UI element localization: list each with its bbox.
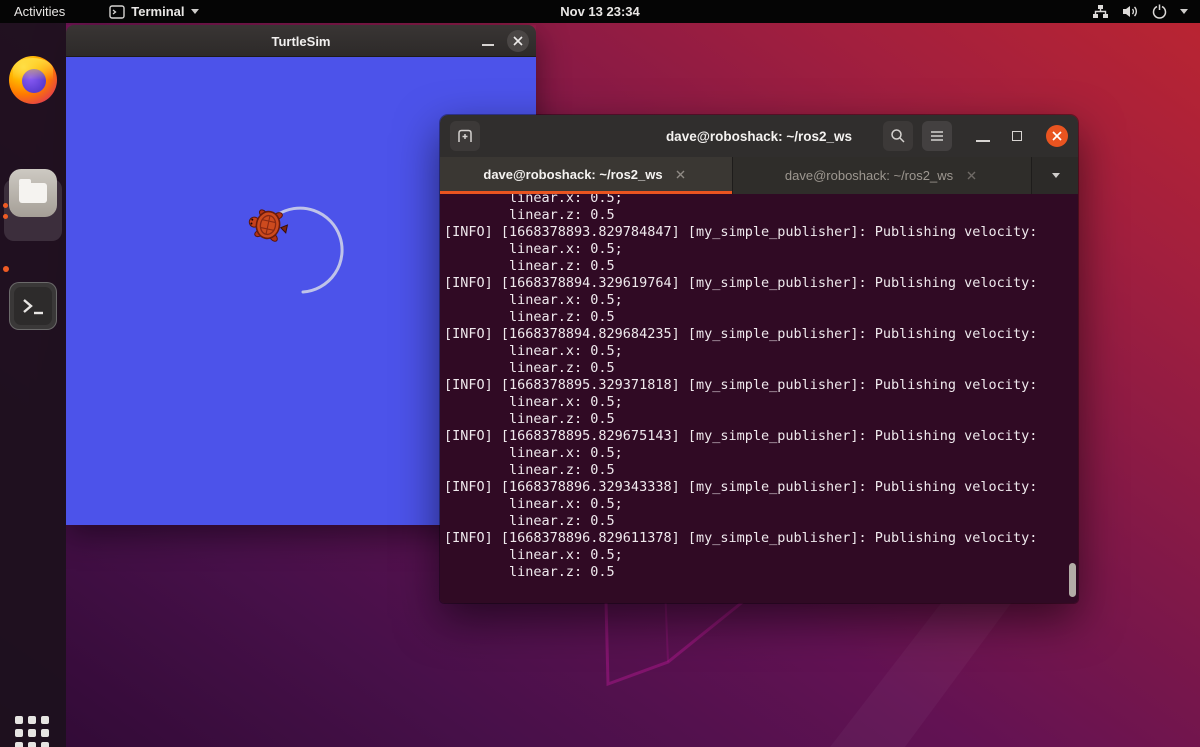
terminal-line: linear.z: 0.5 <box>444 360 1078 377</box>
terminal-tab-bar: dave@roboshack: ~/ros2_ws dave@roboshack… <box>440 157 1078 194</box>
dock-item-files[interactable] <box>9 169 57 217</box>
terminal-output: linear.x: 0.5; linear.z: 0.5[INFO] [1668… <box>440 194 1078 581</box>
tab-close-button[interactable] <box>963 168 979 184</box>
terminal-line: linear.z: 0.5 <box>444 564 1078 581</box>
terminal-line: [INFO] [1668378896.829611378] [my_simple… <box>444 530 1078 547</box>
terminal-prompt-icon <box>10 283 58 331</box>
chevron-down-icon <box>1180 9 1188 14</box>
terminal-line: [INFO] [1668378895.829675143] [my_simple… <box>444 428 1078 445</box>
chevron-down-icon <box>191 9 199 14</box>
volume-icon <box>1122 4 1139 19</box>
terminal-line: linear.x: 0.5; <box>444 547 1078 564</box>
terminal-headerbar[interactable]: dave@roboshack: ~/ros2_ws <box>440 115 1078 157</box>
minimize-icon[interactable] <box>482 44 494 46</box>
tab-inactive[interactable]: dave@roboshack: ~/ros2_ws <box>732 157 1032 194</box>
terminal-line: [INFO] [1668378895.329371818] [my_simple… <box>444 377 1078 394</box>
menu-button[interactable] <box>922 121 952 151</box>
app-menu-terminal[interactable]: Terminal <box>101 0 206 23</box>
maximize-button[interactable] <box>1012 131 1022 141</box>
terminal-line: linear.z: 0.5 <box>444 462 1078 479</box>
close-icon <box>676 170 685 179</box>
terminal-line: linear.x: 0.5; <box>444 292 1078 309</box>
close-icon <box>967 171 976 180</box>
terminal-line: linear.z: 0.5 <box>444 258 1078 275</box>
terminal-window-title: dave@roboshack: ~/ros2_ws <box>440 115 1078 157</box>
search-icon <box>890 128 906 144</box>
close-button[interactable] <box>507 30 529 52</box>
terminal-line: linear.x: 0.5; <box>444 194 1078 207</box>
close-icon <box>1052 131 1062 141</box>
tab-list-dropdown-button[interactable] <box>1034 157 1078 194</box>
terminal-window: dave@roboshack: ~/ros2_ws <box>440 115 1078 603</box>
hamburger-menu-icon <box>930 130 944 142</box>
desktop: { "top_bar": { "activities_label": "Acti… <box>0 0 1200 747</box>
terminal-window-icon <box>109 5 125 19</box>
new-tab-button[interactable] <box>450 121 480 151</box>
app-menu-label: Terminal <box>131 4 184 19</box>
terminal-line: linear.x: 0.5; <box>444 241 1078 258</box>
folder-icon <box>19 183 47 203</box>
terminal-body[interactable]: linear.x: 0.5; linear.z: 0.5[INFO] [1668… <box>440 194 1078 603</box>
new-tab-icon <box>457 129 473 143</box>
terminal-line: linear.x: 0.5; <box>444 445 1078 462</box>
terminal-line: linear.z: 0.5 <box>444 513 1078 530</box>
terminal-line: [INFO] [1668378893.829784847] [my_simple… <box>444 224 1078 241</box>
tab-label: dave@roboshack: ~/ros2_ws <box>785 168 953 183</box>
terminal-line: [INFO] [1668378894.329619764] [my_simple… <box>444 275 1078 292</box>
terminal-line: linear.x: 0.5; <box>444 496 1078 513</box>
terminal-line: [INFO] [1668378896.329343338] [my_simple… <box>444 479 1078 496</box>
clock[interactable]: Nov 13 23:34 <box>560 4 640 19</box>
dock-item-firefox[interactable] <box>9 56 57 104</box>
system-status-area[interactable] <box>1086 0 1194 23</box>
turtle-path-arc <box>277 208 342 292</box>
activities-button[interactable]: Activities <box>0 0 79 23</box>
terminal-line: linear.x: 0.5; <box>444 343 1078 360</box>
turtlesim-titlebar[interactable]: TurtleSim <box>66 25 536 57</box>
search-button[interactable] <box>883 121 913 151</box>
power-icon <box>1152 4 1167 19</box>
scrollbar-thumb[interactable] <box>1069 563 1076 597</box>
terminal-line: linear.x: 0.5; <box>444 394 1078 411</box>
running-window-dot <box>3 203 8 208</box>
running-app-dot <box>3 266 9 272</box>
close-button[interactable] <box>1046 125 1068 147</box>
turtlesim-window-title: TurtleSim <box>66 25 536 57</box>
tab-close-button[interactable] <box>673 166 689 182</box>
dock <box>0 23 66 747</box>
terminal-line: linear.z: 0.5 <box>444 309 1078 326</box>
network-wired-icon <box>1092 4 1109 19</box>
running-window-dot <box>3 214 8 219</box>
show-applications-button[interactable] <box>15 716 51 747</box>
tab-label: dave@roboshack: ~/ros2_ws <box>483 167 662 182</box>
terminal-line: linear.z: 0.5 <box>444 411 1078 428</box>
close-icon <box>513 36 523 46</box>
tab-active[interactable]: dave@roboshack: ~/ros2_ws <box>440 157 732 194</box>
chevron-down-icon <box>1052 173 1060 178</box>
top-bar: Activities Terminal Nov 13 23:34 <box>0 0 1200 23</box>
terminal-line: [INFO] [1668378894.829684235] [my_simple… <box>444 326 1078 343</box>
minimize-button[interactable] <box>976 140 990 142</box>
terminal-line: linear.z: 0.5 <box>444 207 1078 224</box>
dock-item-terminal[interactable] <box>9 282 57 330</box>
